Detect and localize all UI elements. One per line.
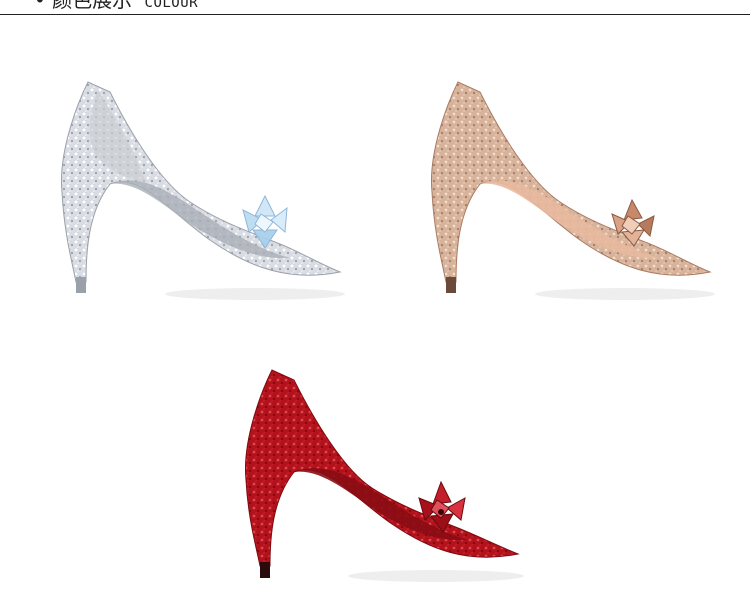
shoe-image-silver [60,81,345,300]
section-title-cn: 颜色展示 [52,0,133,12]
section-title: • 颜色展示 COLOUR [34,0,198,13]
shoe-image-red [244,369,524,582]
bullet-glyph: • [34,0,46,12]
section-header: • 颜色展示 COLOUR [0,0,750,15]
shoe-image-champagne [430,81,715,300]
section-title-en: COLOUR [144,0,199,11]
